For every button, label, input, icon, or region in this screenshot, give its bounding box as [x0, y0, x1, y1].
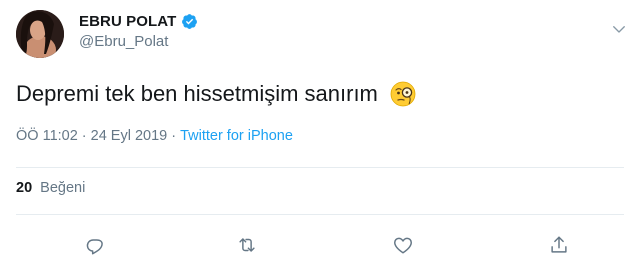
tweet-date[interactable]: 24 Eyl 2019 — [91, 128, 168, 144]
like-button[interactable] — [392, 234, 414, 256]
tweet-source-link[interactable]: Twitter for iPhone — [180, 128, 293, 144]
action-bar — [0, 234, 640, 258]
meta-separator: · — [171, 128, 177, 144]
tweet-text-row: Depremi tek ben hissetmişim sanırım — [16, 80, 416, 108]
tweet-meta: ÖÖ 11:02 · 24 Eyl 2019 · Twitter for iPh… — [16, 128, 293, 144]
chevron-down-icon[interactable] — [610, 20, 628, 38]
likes-label: Beğeni — [40, 180, 86, 196]
likes-stat[interactable]: 20 Beğeni — [16, 180, 85, 196]
share-icon — [551, 236, 567, 253]
avatar[interactable] — [16, 10, 64, 58]
face-with-monocle-emoji-icon — [390, 81, 416, 107]
verified-badge-icon — [181, 13, 198, 30]
share-button[interactable] — [548, 234, 570, 256]
reply-button[interactable] — [84, 234, 106, 256]
display-name[interactable]: EBRU POLAT — [79, 13, 176, 30]
retweet-icon — [239, 238, 255, 252]
tweet-time[interactable]: ÖÖ 11:02 — [16, 128, 78, 144]
meta-separator: · — [81, 128, 87, 144]
reply-icon — [86, 239, 103, 255]
user-handle[interactable]: @Ebru_Polat — [79, 33, 168, 50]
likes-count: 20 — [16, 180, 33, 196]
tweet-card: EBRU POLAT @Ebru_Polat Depremi tek ben h… — [0, 0, 640, 277]
divider — [16, 167, 624, 168]
tweet-text: Depremi tek ben hissetmişim sanırım — [16, 81, 378, 106]
retweet-button[interactable] — [236, 234, 258, 256]
author-name-row[interactable]: EBRU POLAT — [79, 13, 198, 30]
divider — [16, 214, 624, 215]
heart-icon — [394, 237, 412, 254]
